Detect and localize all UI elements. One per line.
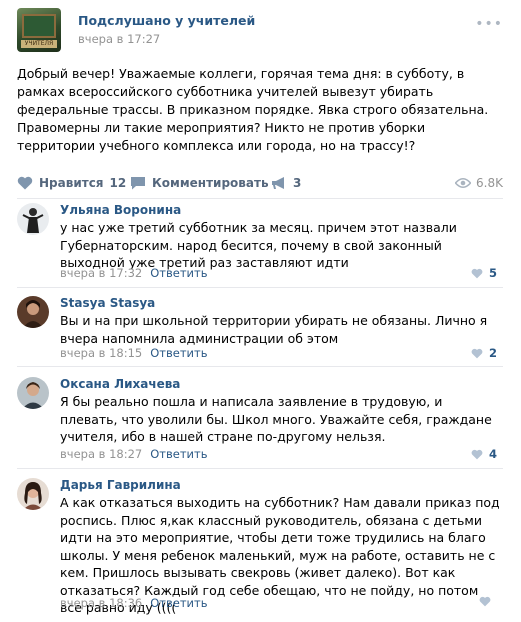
comment-date[interactable]: вчера в 18:15	[60, 346, 142, 360]
heart-icon	[17, 176, 33, 190]
eye-icon	[455, 178, 472, 188]
share-button[interactable]: 3	[271, 176, 301, 190]
comment-like-count: 5	[488, 266, 497, 280]
commenter-avatar[interactable]	[17, 296, 49, 328]
more-options-icon[interactable]: •••	[475, 16, 503, 32]
like-label: Нравится	[39, 176, 104, 190]
comment-icon	[131, 177, 145, 190]
like-count: 12	[109, 176, 127, 190]
heart-icon	[471, 348, 483, 358]
comment-like-count: 4	[488, 447, 497, 461]
divider	[17, 287, 503, 288]
commenter-avatar[interactable]	[17, 377, 49, 409]
comment-date[interactable]: вчера в 18:36	[60, 596, 142, 610]
post-header: УЧИТЕЛЯ Подслушано у учителей вчера в 17…	[17, 8, 507, 52]
comment-meta: вчера в 17:32 Ответить	[60, 266, 208, 280]
comment-item: Оксана Лихачева Я бы реально пошла и нап…	[17, 377, 503, 461]
comment-date[interactable]: вчера в 18:27	[60, 447, 142, 461]
comment-text: Я бы реально пошла и написала заявление …	[60, 394, 492, 444]
views-counter: 6.8K	[455, 176, 503, 190]
comment-like-button[interactable]	[479, 596, 497, 607]
like-button[interactable]: Нравится 12	[17, 176, 126, 190]
comment-item: Ульяна Воронина у нас уже третий субботн…	[17, 203, 503, 283]
post-date[interactable]: вчера в 17:27	[78, 32, 160, 46]
comment-text: у нас уже третий субботник за месяц. при…	[60, 220, 457, 270]
divider	[17, 366, 503, 367]
comment-meta: вчера в 18:27 Ответить	[60, 447, 208, 461]
heart-icon	[471, 268, 483, 278]
share-count: 3	[293, 176, 302, 190]
group-avatar[interactable]: УЧИТЕЛЯ	[17, 8, 61, 52]
group-avatar-caption: УЧИТЕЛЯ	[21, 40, 57, 48]
comment-author-link[interactable]: Stasya Stasya	[60, 296, 155, 310]
commenter-avatar[interactable]	[17, 478, 49, 510]
comment-label: Комментировать	[152, 176, 269, 190]
post-text: Добрый вечер! Уважаемые коллеги, горячая…	[17, 66, 489, 153]
comment-text: Вы и на при школьной территории убирать …	[60, 313, 488, 346]
divider	[17, 198, 503, 199]
comment-author-link[interactable]: Дарья Гаврилина	[60, 478, 181, 492]
group-name-link[interactable]: Подслушано у учителей	[78, 13, 255, 28]
views-count: 6.8K	[476, 176, 503, 190]
comment-like-count: 2	[488, 346, 497, 360]
megaphone-icon	[272, 177, 284, 189]
comment-item: Stasya Stasya Вы и на при школьной терри…	[17, 296, 503, 362]
reply-button[interactable]: Ответить	[150, 266, 207, 280]
comment-meta: вчера в 18:36 Ответить	[60, 596, 208, 610]
reply-button[interactable]: Ответить	[150, 346, 207, 360]
comment-like-button[interactable]: 4	[471, 447, 497, 461]
comment-button[interactable]: Комментировать	[130, 176, 269, 190]
comment-author-link[interactable]: Оксана Лихачева	[60, 377, 180, 391]
reply-button[interactable]: Ответить	[150, 596, 207, 610]
commenter-avatar[interactable]	[17, 203, 49, 235]
comment-like-button[interactable]: 2	[471, 346, 497, 360]
post-action-bar: Нравится 12 Комментировать 3 6.8K	[17, 176, 503, 196]
heart-icon	[479, 596, 491, 607]
comment-date[interactable]: вчера в 17:32	[60, 266, 142, 280]
comment-author-link[interactable]: Ульяна Воронина	[60, 203, 181, 217]
comment-meta: вчера в 18:15 Ответить	[60, 346, 208, 360]
divider	[17, 468, 503, 469]
comment-item: Дарья Гаврилина А как отказаться выходит…	[17, 478, 503, 615]
chalkboard-image	[22, 14, 56, 38]
comment-like-button[interactable]: 5	[471, 266, 497, 280]
reply-button[interactable]: Ответить	[150, 447, 207, 461]
heart-icon	[471, 449, 483, 459]
